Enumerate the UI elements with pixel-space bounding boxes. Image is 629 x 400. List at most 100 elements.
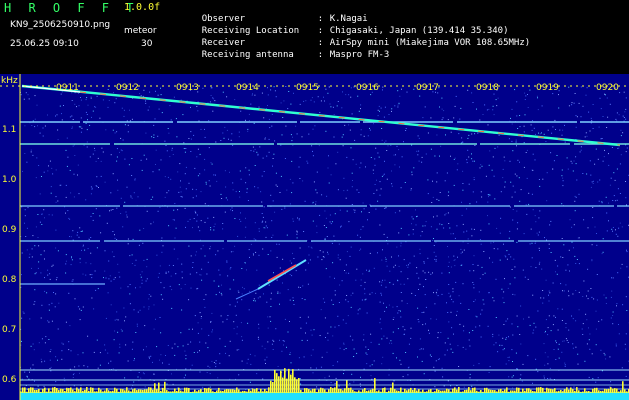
profile-bar bbox=[244, 390, 246, 393]
profile-bar bbox=[32, 387, 34, 393]
profile-bar bbox=[122, 389, 124, 393]
profile-bar bbox=[466, 389, 468, 393]
profile-bar bbox=[464, 390, 466, 393]
profile-bar bbox=[158, 382, 160, 393]
profile-bar bbox=[270, 380, 272, 393]
profile-bar bbox=[354, 391, 356, 393]
profile-bar bbox=[192, 391, 194, 393]
y-tick-label: 0.9 bbox=[2, 225, 17, 235]
profile-bar bbox=[44, 387, 46, 393]
profile-bar bbox=[454, 387, 456, 393]
profile-bar bbox=[390, 387, 392, 393]
profile-bar bbox=[512, 390, 514, 393]
profile-bar bbox=[448, 389, 450, 393]
profile-bar bbox=[154, 383, 156, 393]
profile-bar bbox=[608, 388, 610, 393]
profile-bar bbox=[80, 387, 82, 393]
profile-bar bbox=[620, 390, 622, 393]
profile-bar bbox=[172, 391, 174, 393]
profile-bar bbox=[356, 391, 358, 393]
profile-bar bbox=[58, 390, 60, 393]
profile-bar bbox=[422, 389, 424, 393]
profile-bar bbox=[318, 389, 320, 393]
profile-bar bbox=[500, 388, 502, 393]
x-tick-label: 0912 bbox=[116, 83, 139, 93]
x-tick-label: 0916 bbox=[356, 83, 379, 93]
profile-bar bbox=[570, 387, 572, 393]
profile-bar bbox=[334, 387, 336, 393]
profile-bar bbox=[342, 390, 344, 393]
profile-bar bbox=[34, 390, 36, 393]
profile-bar bbox=[458, 387, 460, 393]
profile-bar bbox=[70, 387, 72, 393]
profile-bar bbox=[74, 391, 76, 393]
y-tick-label: 0.8 bbox=[2, 275, 17, 285]
profile-bar bbox=[386, 391, 388, 393]
profile-bar bbox=[410, 387, 412, 393]
profile-bar bbox=[338, 388, 340, 393]
mode-label: meteor bbox=[124, 26, 157, 36]
profile-bar bbox=[360, 391, 362, 393]
profile-bar bbox=[352, 389, 354, 393]
profile-bar bbox=[170, 391, 172, 393]
header-panel: H R O F F T 1.0.0f KN9_2506250910.png me… bbox=[0, 0, 629, 74]
profile-bar bbox=[616, 388, 618, 393]
profile-bar bbox=[436, 388, 438, 393]
profile-bar bbox=[380, 391, 382, 393]
profile-bar bbox=[602, 390, 604, 393]
profile-bar bbox=[108, 390, 110, 393]
profile-bar bbox=[248, 389, 250, 393]
capture-datetime: 25.06.25 09:10 bbox=[10, 39, 79, 49]
profile-bar bbox=[178, 387, 180, 393]
profile-bar bbox=[522, 388, 524, 393]
profile-bar bbox=[166, 390, 168, 393]
profile-bar bbox=[432, 391, 434, 393]
profile-bar bbox=[174, 388, 176, 393]
profile-bar bbox=[452, 388, 454, 393]
profile-bar bbox=[624, 389, 626, 393]
profile-bar bbox=[286, 378, 288, 393]
profile-bar bbox=[420, 391, 422, 393]
profile-bar bbox=[56, 388, 58, 393]
profile-bar bbox=[186, 387, 188, 393]
profile-bar bbox=[134, 388, 136, 393]
profile-bar bbox=[550, 388, 552, 393]
profile-bar bbox=[116, 388, 118, 393]
profile-bar bbox=[76, 387, 78, 393]
profile-bar bbox=[300, 389, 302, 393]
x-tick-label: 0915 bbox=[296, 83, 319, 93]
x-tick-label: 0913 bbox=[176, 83, 199, 93]
profile-bar bbox=[480, 390, 482, 393]
profile-bar bbox=[208, 387, 210, 393]
profile-bar bbox=[590, 391, 592, 393]
profile-bar bbox=[68, 388, 70, 393]
profile-bar bbox=[470, 390, 472, 393]
profile-bar bbox=[194, 389, 196, 393]
profile-bar bbox=[368, 390, 370, 393]
profile-bar bbox=[222, 391, 224, 393]
profile-bar bbox=[594, 387, 596, 393]
profile-bar bbox=[228, 389, 230, 393]
profile-bar bbox=[146, 389, 148, 393]
spectrogram-background bbox=[0, 74, 629, 400]
profile-bar bbox=[440, 390, 442, 393]
profile-bar bbox=[302, 391, 304, 393]
x-tick-label: 0920 bbox=[596, 83, 619, 93]
y-axis-unit: kHz bbox=[1, 76, 18, 86]
profile-bar bbox=[544, 391, 546, 393]
profile-bar bbox=[42, 388, 44, 393]
profile-bar bbox=[384, 387, 386, 393]
profile-bar bbox=[508, 391, 510, 393]
profile-bar bbox=[346, 380, 348, 393]
profile-bar bbox=[232, 389, 234, 393]
profile-bar bbox=[626, 391, 628, 393]
profile-bar bbox=[64, 391, 66, 393]
profile-bar bbox=[184, 387, 186, 393]
profile-bar bbox=[322, 388, 324, 393]
profile-bar bbox=[326, 391, 328, 393]
profile-bar bbox=[206, 388, 208, 393]
profile-bar bbox=[394, 389, 396, 393]
profile-bar bbox=[402, 391, 404, 393]
profile-bar bbox=[472, 387, 474, 393]
profile-bar bbox=[148, 387, 150, 393]
